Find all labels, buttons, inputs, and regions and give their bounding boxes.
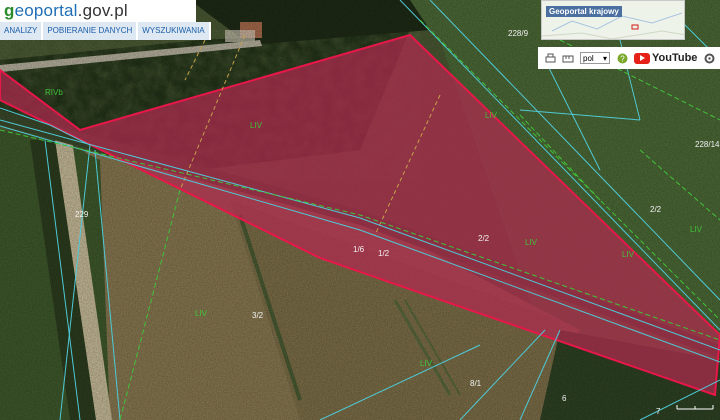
land-class-label: LIV: [485, 111, 498, 120]
parcel-number-label: 7: [656, 407, 661, 416]
youtube-label: YouTube: [652, 52, 698, 64]
parcel-number-label: 228/14: [695, 140, 720, 149]
parcel-number-label: 8/1: [470, 379, 482, 388]
map-toolbar: pol ▾ ? YouTube: [538, 47, 720, 69]
chevron-down-icon: ▾: [602, 53, 607, 63]
parcel-number-label: 6: [562, 394, 567, 403]
svg-text:?: ?: [620, 54, 625, 63]
main-parcel-number: 2/2: [478, 234, 490, 243]
overview-map[interactable]: Geoportal krajowy: [541, 0, 685, 40]
land-class-label: LIV: [250, 121, 263, 130]
parcel-number-label: 1/6: [353, 245, 365, 254]
parcel-number-label: 228/9: [508, 29, 529, 38]
brand-g: g: [4, 1, 15, 20]
language-select[interactable]: pol ▾: [580, 52, 610, 64]
print-icon[interactable]: [544, 52, 556, 64]
land-class-label: LIV: [195, 309, 208, 318]
parcel-number-label: 229: [75, 210, 89, 219]
menu-item-analizy[interactable]: ANALIZY: [0, 22, 42, 40]
brand-domain: .gov.pl: [77, 1, 128, 20]
parcel-number-label: 1/2: [378, 249, 390, 258]
overview-title: Geoportal krajowy: [546, 6, 622, 17]
youtube-icon: [634, 52, 650, 64]
settings-icon[interactable]: [703, 52, 715, 64]
land-class-label: LIV: [690, 225, 703, 234]
brand-text: geoportal.gov.pl: [4, 1, 128, 21]
land-class-label: LIV: [525, 238, 538, 247]
land-class-label: LIV: [622, 250, 635, 259]
land-class-label: RIVb: [45, 88, 63, 97]
measure-icon[interactable]: [562, 52, 574, 64]
parcel-number-label: 3/2: [252, 311, 264, 320]
land-class-label: LIV: [420, 359, 433, 368]
language-value: pol: [583, 53, 594, 63]
menu-item-pobieranie[interactable]: POBIERANIE DANYCH: [43, 22, 137, 40]
youtube-link[interactable]: YouTube: [634, 52, 697, 64]
brand-name: eoportal: [14, 1, 78, 20]
parcel-number-label: 2/2: [650, 205, 662, 214]
help-icon[interactable]: ?: [616, 52, 628, 64]
main-menu: ANALIZY POBIERANIE DANYCH WYSZUKIWANIA: [0, 22, 211, 40]
geoportal-logo[interactable]: geoportal.gov.pl: [0, 0, 196, 22]
scale-bar: [676, 405, 714, 410]
menu-item-wyszukiwania[interactable]: WYSZUKIWANIA: [138, 22, 209, 40]
